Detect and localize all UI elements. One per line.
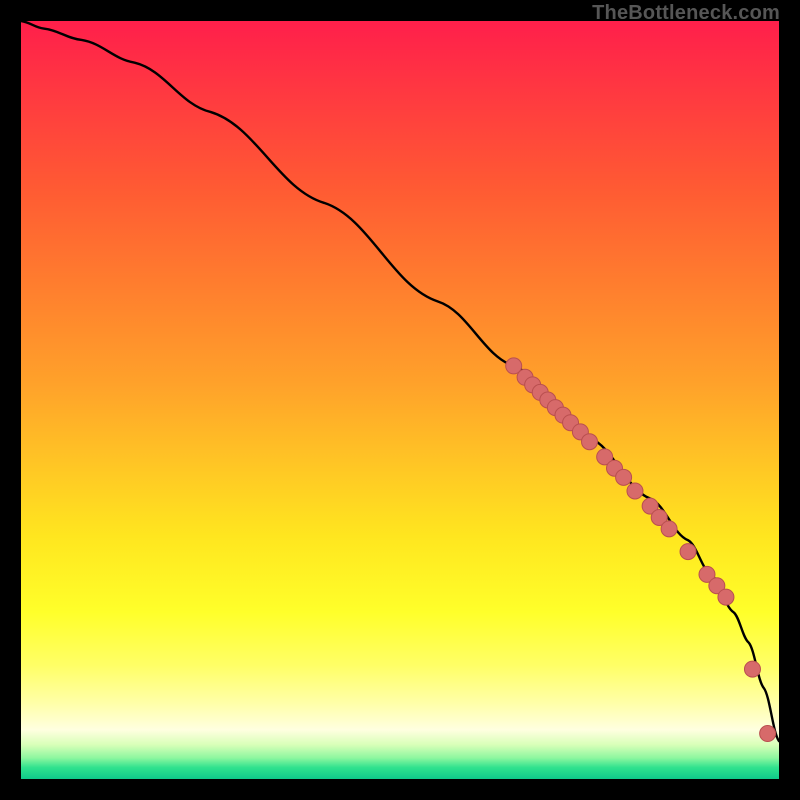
stage: TheBottleneck.com	[0, 0, 800, 800]
data-marker	[744, 661, 760, 677]
data-marker	[616, 469, 632, 485]
data-marker	[680, 544, 696, 560]
data-marker	[582, 434, 598, 450]
chart-plot	[21, 21, 779, 779]
data-marker	[627, 483, 643, 499]
data-marker	[718, 589, 734, 605]
gradient-background	[21, 21, 779, 779]
data-marker	[760, 726, 776, 742]
data-marker	[661, 521, 677, 537]
attribution-text: TheBottleneck.com	[592, 2, 780, 25]
